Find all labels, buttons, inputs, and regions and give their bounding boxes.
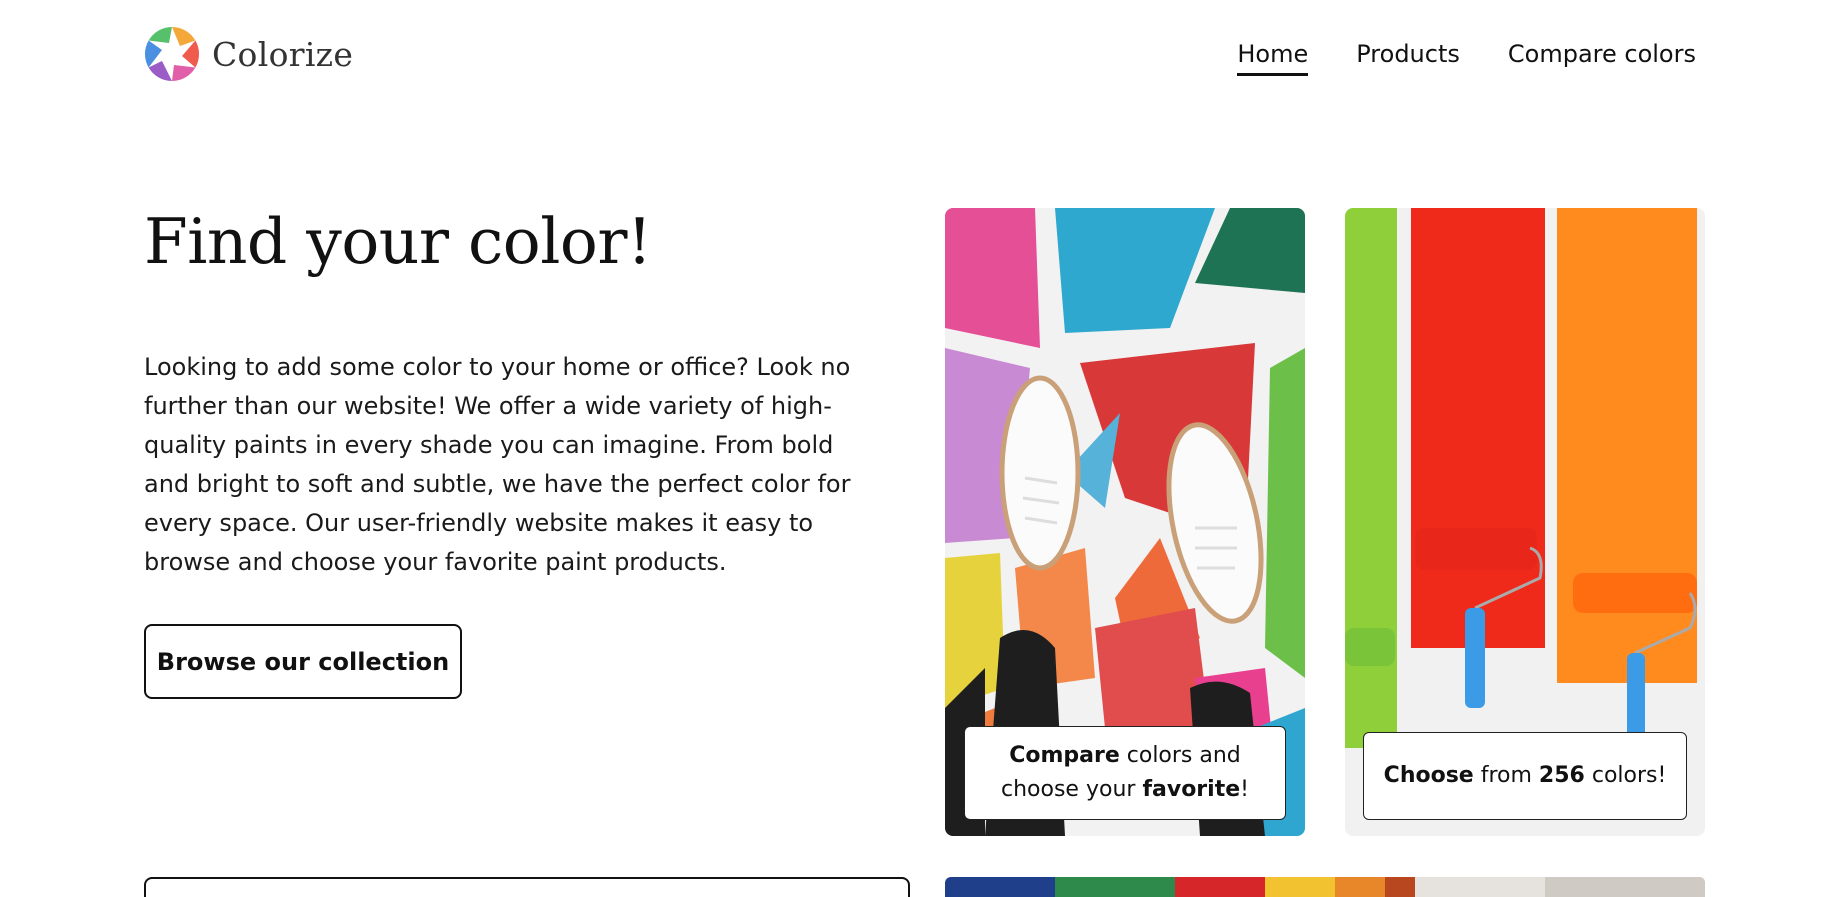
nav-home-link[interactable]: Home <box>1237 40 1309 76</box>
hero-title: Find your color! <box>144 205 652 278</box>
choose-colors-caption: Choose from 256 colors! <box>1363 732 1687 820</box>
choose-colors-card[interactable]: Choose from 256 colors! <box>1345 208 1705 836</box>
caption-count-bold: 256 <box>1538 763 1585 788</box>
nav-compare-colors-link[interactable]: Compare colors <box>1508 40 1696 76</box>
site-header: Colorize Home Products Compare colors <box>0 0 1833 110</box>
caption-exclaim: ! <box>1240 777 1249 802</box>
caption-favorite-bold: favorite <box>1142 777 1241 802</box>
paint-brushes-image <box>945 877 1705 897</box>
aperture-logo-icon <box>144 26 200 82</box>
compare-colors-caption: Compare colors and choose your favorite! <box>964 726 1286 820</box>
hero-description: Looking to add some color to your home o… <box>144 353 851 576</box>
feature-panel <box>144 877 910 897</box>
browse-collection-button[interactable]: Browse our collection <box>144 624 462 699</box>
caption-from-text: from <box>1473 763 1539 788</box>
compare-colors-card[interactable]: Compare colors and choose your favorite! <box>945 208 1305 836</box>
brand-name: Colorize <box>212 34 354 74</box>
paint-brushes-picture <box>945 877 1705 897</box>
caption-choose-bold: Choose <box>1383 763 1474 788</box>
brand-logo[interactable]: Colorize <box>144 26 353 82</box>
caption-colors-text: colors! <box>1584 763 1667 788</box>
caption-compare-bold: Compare <box>1009 743 1120 768</box>
main-nav: Home Products Compare colors <box>1237 40 1696 76</box>
nav-products-link[interactable]: Products <box>1356 40 1460 76</box>
